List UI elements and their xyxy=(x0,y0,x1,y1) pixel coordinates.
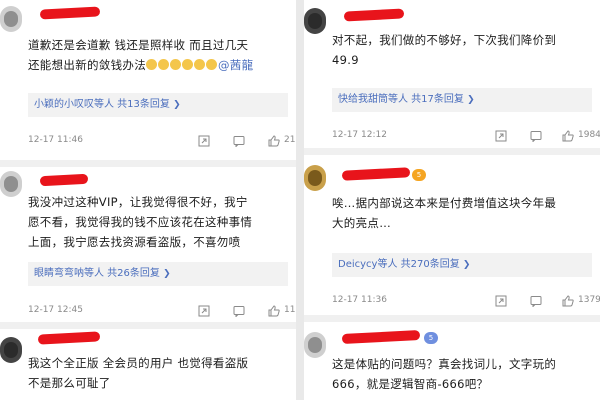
avatar[interactable] xyxy=(304,8,326,34)
like-icon[interactable] xyxy=(268,135,280,147)
emoji-icon xyxy=(146,59,157,70)
divider xyxy=(304,148,600,155)
comment-footer: 12-17 11:36 1379 xyxy=(332,295,600,309)
comment-line: 还能想出新的敛钱办法 @茜龍 xyxy=(28,58,254,72)
redacted-username xyxy=(343,8,405,22)
comment-line: 上面，我宁愿去找资源看盗版，不喜勿喷 xyxy=(28,235,241,249)
like-count: 1984 xyxy=(578,130,600,140)
comment-card: 5 唉…据内部说这本来是付费增值这块今年最 大的亮点… Deicycy等人 共2… xyxy=(304,155,600,315)
vip-badge-icon: 5 xyxy=(424,332,438,344)
left-screenshot: 道歉还是会道歉 钱还是照样收 而且过几天 还能想出新的敛钱办法 @茜龍 小颖的小叹… xyxy=(0,0,296,400)
timestamp: 12-17 11:46 xyxy=(28,135,83,145)
timestamp: 12-17 12:45 xyxy=(28,305,83,315)
comment-text: 唉…据内部说这本来是付费增值这块今年最 大的亮点… xyxy=(332,193,590,233)
comment-line: 唉…据内部说这本来是付费增值这块今年最 xyxy=(332,196,557,210)
reply-summary[interactable]: 快给我甜筒等人 共17条回复 ❯ xyxy=(332,88,592,112)
comment-line: 道歉还是会道歉 钱还是照样收 而且过几天 xyxy=(28,38,249,52)
comment-text: 道歉还是会道歉 钱还是照样收 而且过几天 还能想出新的敛钱办法 @茜龍 xyxy=(28,35,286,75)
comment-card: 对不起，我们做的不够好，下次我们降价到 49.9 快给我甜筒等人 共17条回复 … xyxy=(304,0,600,148)
comment-text: 对不起，我们做的不够好，下次我们降价到 49.9 xyxy=(332,30,590,70)
timestamp: 12-17 12:12 xyxy=(332,130,387,140)
comment-icon[interactable] xyxy=(530,130,542,142)
avatar[interactable] xyxy=(304,332,326,358)
comment-footer: 12-17 12:12 1984 xyxy=(332,130,600,144)
comment-line: 我这个全正版 全会员的用户 也觉得看盗版 xyxy=(28,356,249,370)
avatar[interactable] xyxy=(304,165,326,191)
divider xyxy=(0,322,296,329)
chevron-right-icon: ❯ xyxy=(163,269,171,279)
emoji-icon xyxy=(182,59,193,70)
comment-icon[interactable] xyxy=(233,135,245,147)
column-divider xyxy=(296,0,304,400)
comment-line: 这是体贴的问题吗？真会找词儿，文字玩的 xyxy=(332,357,557,371)
reply-summary[interactable]: 眼睛弯弯呐等人 共26条回复 ❯ xyxy=(28,262,288,286)
comment-icon[interactable] xyxy=(233,305,245,317)
share-icon[interactable] xyxy=(198,305,210,317)
reply-summary[interactable]: 小颖的小叹叹等人 共13条回复 ❯ xyxy=(28,93,288,117)
redacted-username xyxy=(39,6,101,20)
avatar[interactable] xyxy=(0,337,22,363)
like-icon[interactable] xyxy=(562,130,574,142)
redacted-username xyxy=(37,331,101,345)
emoji-icon xyxy=(170,59,181,70)
divider xyxy=(0,160,296,167)
chevron-right-icon: ❯ xyxy=(173,100,181,110)
comment-text: 我没冲过这种VIP，让我觉得很不好，我宁 愿不看，我觉得我的钱不应该花在这种事情… xyxy=(28,192,286,252)
comment-footer: 12-17 12:45 113 xyxy=(28,305,296,319)
divider xyxy=(304,315,600,322)
chevron-right-icon: ❯ xyxy=(467,95,475,105)
like-count: 1379 xyxy=(578,295,600,305)
right-screenshot: 对不起，我们做的不够好，下次我们降价到 49.9 快给我甜筒等人 共17条回复 … xyxy=(304,0,600,400)
comment-card: 5 这是体贴的问题吗？真会找词儿，文字玩的 666，就是逻辑智商-666吧？ xyxy=(304,322,600,400)
share-icon[interactable] xyxy=(198,135,210,147)
emoji-icon xyxy=(206,59,217,70)
comment-line: 愿不看，我觉得我的钱不应该花在这种事情 xyxy=(28,215,253,229)
comment-line: 不是那么可耻了 xyxy=(28,376,111,390)
comment-footer: 12-17 11:46 211 xyxy=(28,135,296,149)
redacted-username xyxy=(341,167,411,181)
comment-card: 道歉还是会道歉 钱还是照样收 而且过几天 还能想出新的敛钱办法 @茜龍 小颖的小叹… xyxy=(0,0,296,160)
comment-text: 这是体贴的问题吗？真会找词儿，文字玩的 666，就是逻辑智商-666吧？ xyxy=(332,354,590,394)
comment-line: 对不起，我们做的不够好，下次我们降价到 xyxy=(332,33,557,47)
comment-line: 49.9 xyxy=(332,53,359,67)
share-icon[interactable] xyxy=(495,130,507,142)
like-icon[interactable] xyxy=(562,295,574,307)
like-icon[interactable] xyxy=(268,305,280,317)
emoji-icon xyxy=(194,59,205,70)
emoji-icon xyxy=(158,59,169,70)
avatar[interactable] xyxy=(0,171,22,197)
timestamp: 12-17 11:36 xyxy=(332,295,387,305)
comment-card: 我这个全正版 全会员的用户 也觉得看盗版 不是那么可耻了 xyxy=(0,329,296,400)
comment-text: 我这个全正版 全会员的用户 也觉得看盗版 不是那么可耻了 xyxy=(28,353,286,393)
share-icon[interactable] xyxy=(495,295,507,307)
redacted-username xyxy=(39,173,89,187)
vip-badge-icon: 5 xyxy=(412,169,426,181)
like-count: 211 xyxy=(284,135,296,145)
comment-card: 我没冲过这种VIP，让我觉得很不好，我宁 愿不看，我觉得我的钱不应该花在这种事情… xyxy=(0,167,296,322)
like-count: 113 xyxy=(284,305,296,315)
comment-line: 我没冲过这种VIP，让我觉得很不好，我宁 xyxy=(28,195,248,209)
reply-summary[interactable]: Deicycy等人 共270条回复 ❯ xyxy=(332,253,592,277)
comment-icon[interactable] xyxy=(530,295,542,307)
mention-link[interactable]: @茜龍 xyxy=(218,58,253,72)
comment-line: 大的亮点… xyxy=(332,216,391,230)
comment-line: 666，就是逻辑智商-666吧？ xyxy=(332,377,489,391)
chevron-right-icon: ❯ xyxy=(462,260,471,270)
redacted-username xyxy=(341,329,421,345)
avatar[interactable] xyxy=(0,6,22,32)
